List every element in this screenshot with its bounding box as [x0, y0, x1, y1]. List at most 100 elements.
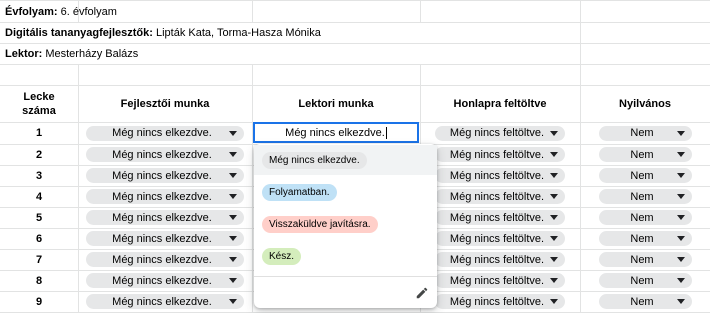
nyilvanos-cell[interactable]: Nem — [580, 122, 710, 144]
dropdown-arrow-icon[interactable] — [550, 257, 558, 262]
honlapra-feltoltve-cell[interactable]: Még nincs feltöltve. — [420, 144, 580, 165]
fejlesztoi-munka-cell[interactable]: Még nincs elkezdve. — [78, 122, 252, 144]
dropdown-arrow-icon[interactable] — [676, 130, 685, 136]
header-lektori-munka[interactable]: Lektori munka — [252, 85, 420, 122]
nyilvanos-status-chip[interactable]: Nem — [598, 168, 692, 183]
nyilvanos-cell[interactable]: Nem — [580, 270, 710, 291]
fejlesztoi-munka-cell[interactable]: Még nincs elkezdve. — [78, 207, 252, 228]
lecke-number-cell[interactable]: 1 — [0, 122, 78, 144]
dropdown-arrow-icon[interactable] — [676, 278, 685, 283]
nyilvanos-cell[interactable]: Nem — [580, 207, 710, 228]
nyilvanos-status-chip[interactable]: Nem — [598, 273, 692, 288]
honlapra-status-chip[interactable]: Még nincs feltöltve. — [435, 147, 565, 162]
honlapra-status-chip[interactable]: Még nincs feltöltve. — [435, 231, 565, 246]
dropdown-arrow-icon[interactable] — [229, 130, 237, 136]
dropdown-arrow-icon[interactable] — [550, 278, 558, 283]
dropdown-arrow-icon[interactable] — [229, 215, 237, 220]
fejlesztoi-status-chip[interactable]: Még nincs elkezdve. — [86, 125, 244, 141]
fejlesztoi-status-chip[interactable]: Még nincs elkezdve. — [86, 294, 244, 309]
honlapra-feltoltve-cell[interactable]: Még nincs feltöltve. — [420, 122, 580, 144]
lecke-number-cell[interactable]: 5 — [0, 207, 78, 228]
dropdown-arrow-icon[interactable] — [676, 299, 685, 304]
fejlesztoi-status-chip[interactable]: Még nincs elkezdve. — [86, 231, 244, 246]
dropdown-arrow-icon[interactable] — [229, 194, 237, 199]
fejlesztoi-status-chip[interactable]: Még nincs elkezdve. — [86, 147, 244, 162]
honlapra-status-chip[interactable]: Még nincs feltöltve. — [435, 294, 565, 309]
honlapra-status-chip[interactable]: Még nincs feltöltve. — [435, 273, 565, 288]
header-fejlesztoi-munka[interactable]: Fejlesztői munka — [78, 85, 252, 122]
lecke-number-cell[interactable]: 3 — [0, 165, 78, 186]
honlapra-status-chip[interactable]: Még nincs feltöltve. — [435, 210, 565, 225]
lecke-number-cell[interactable]: 2 — [0, 144, 78, 165]
dropdown-arrow-icon[interactable] — [550, 299, 558, 304]
dropdown-arrow-icon[interactable] — [550, 173, 558, 178]
fejlesztoi-status-chip[interactable]: Még nincs elkezdve. — [86, 189, 244, 204]
dropdown-arrow-icon[interactable] — [229, 173, 237, 178]
nyilvanos-status-chip[interactable]: Nem — [598, 147, 692, 162]
dropdown-arrow-icon[interactable] — [550, 236, 558, 241]
lektori-munka-edit-cell[interactable]: Még nincs elkezdve. — [253, 122, 419, 143]
header-honlapra-feltoltve[interactable]: Honlapra feltöltve — [420, 85, 580, 122]
fejlesztoi-munka-cell[interactable]: Még nincs elkezdve. — [78, 270, 252, 291]
lecke-number-cell[interactable]: 7 — [0, 249, 78, 270]
nyilvanos-cell[interactable]: Nem — [580, 228, 710, 249]
honlapra-status-chip[interactable]: Még nincs feltöltve. — [435, 125, 565, 141]
honlapra-feltoltve-cell[interactable]: Még nincs feltöltve. — [420, 228, 580, 249]
dropdown-arrow-icon[interactable] — [229, 236, 237, 241]
fejlesztoi-munka-cell[interactable]: Még nincs elkezdve. — [78, 249, 252, 270]
nyilvanos-status-chip[interactable]: Nem — [598, 252, 692, 267]
fejlesztoi-munka-cell[interactable]: Még nincs elkezdve. — [78, 144, 252, 165]
nyilvanos-cell[interactable]: Nem — [580, 165, 710, 186]
dropdown-arrow-icon[interactable] — [550, 194, 558, 199]
dropdown-arrow-icon[interactable] — [229, 152, 237, 157]
lecke-number-cell[interactable]: 8 — [0, 270, 78, 291]
honlapra-feltoltve-cell[interactable]: Még nincs feltöltve. — [420, 270, 580, 291]
dropdown-arrow-icon[interactable] — [550, 215, 558, 220]
nyilvanos-cell[interactable]: Nem — [580, 249, 710, 270]
dropdown-arrow-icon[interactable] — [676, 152, 685, 157]
nyilvanos-status-chip[interactable]: Nem — [598, 210, 692, 225]
fejlesztoi-munka-cell[interactable]: Még nincs elkezdve. — [78, 165, 252, 186]
honlapra-feltoltve-cell[interactable]: Még nincs feltöltve. — [420, 249, 580, 270]
nyilvanos-cell[interactable]: Nem — [580, 144, 710, 165]
dropdown-arrow-icon[interactable] — [676, 194, 685, 199]
honlapra-feltoltve-cell[interactable]: Még nincs feltöltve. — [420, 291, 580, 312]
nyilvanos-cell[interactable]: Nem — [580, 186, 710, 207]
fejlesztoi-status-chip[interactable]: Még nincs elkezdve. — [86, 252, 244, 267]
fejlesztoi-status-chip[interactable]: Még nincs elkezdve. — [86, 273, 244, 288]
dropdown-arrow-icon[interactable] — [676, 236, 685, 241]
dropdown-arrow-icon[interactable] — [229, 257, 237, 262]
fejlesztoi-munka-cell[interactable]: Még nincs elkezdve. — [78, 186, 252, 207]
info-row-evfolyam[interactable]: Évfolyam: 6. évfolyam — [5, 1, 117, 22]
lecke-number-cell[interactable]: 6 — [0, 228, 78, 249]
header-lecke-szama[interactable]: Lecke száma — [0, 85, 78, 122]
nyilvanos-status-chip[interactable]: Nem — [598, 125, 692, 141]
lecke-number-cell[interactable]: 4 — [0, 186, 78, 207]
dropdown-option-meg-nincs-elkezdve[interactable]: Még nincs elkezdve. — [254, 145, 437, 175]
dropdown-arrow-icon[interactable] — [229, 299, 237, 304]
honlapra-status-chip[interactable]: Még nincs feltöltve. — [435, 252, 565, 267]
fejlesztoi-munka-cell[interactable]: Még nincs elkezdve. — [78, 291, 252, 312]
info-row-fejlesztok[interactable]: Digitális tananyagfejlesztők: Lipták Kat… — [5, 22, 321, 43]
honlapra-status-chip[interactable]: Még nincs feltöltve. — [435, 189, 565, 204]
nyilvanos-cell[interactable]: Nem — [580, 291, 710, 312]
honlapra-feltoltve-cell[interactable]: Még nincs feltöltve. — [420, 207, 580, 228]
dropdown-arrow-icon[interactable] — [550, 130, 558, 136]
header-nyilvanos[interactable]: Nyilvános — [580, 85, 710, 122]
nyilvanos-status-chip[interactable]: Nem — [598, 294, 692, 309]
dropdown-arrow-icon[interactable] — [550, 152, 558, 157]
fejlesztoi-status-chip[interactable]: Még nincs elkezdve. — [86, 168, 244, 183]
nyilvanos-status-chip[interactable]: Nem — [598, 189, 692, 204]
fejlesztoi-munka-cell[interactable]: Még nincs elkezdve. — [78, 228, 252, 249]
nyilvanos-status-chip[interactable]: Nem — [598, 231, 692, 246]
dropdown-option-visszakuldve-javitasra[interactable]: Visszaküldve javításra. — [254, 209, 437, 239]
info-row-lektor[interactable]: Lektor: Mesterházy Balázs — [5, 43, 138, 64]
pencil-icon[interactable] — [415, 286, 429, 300]
honlapra-status-chip[interactable]: Még nincs feltöltve. — [435, 168, 565, 183]
dropdown-arrow-icon[interactable] — [676, 173, 685, 178]
dropdown-arrow-icon[interactable] — [676, 215, 685, 220]
honlapra-feltoltve-cell[interactable]: Még nincs feltöltve. — [420, 165, 580, 186]
dropdown-arrow-icon[interactable] — [676, 257, 685, 262]
lecke-number-cell[interactable]: 9 — [0, 291, 78, 312]
dropdown-arrow-icon[interactable] — [229, 278, 237, 283]
